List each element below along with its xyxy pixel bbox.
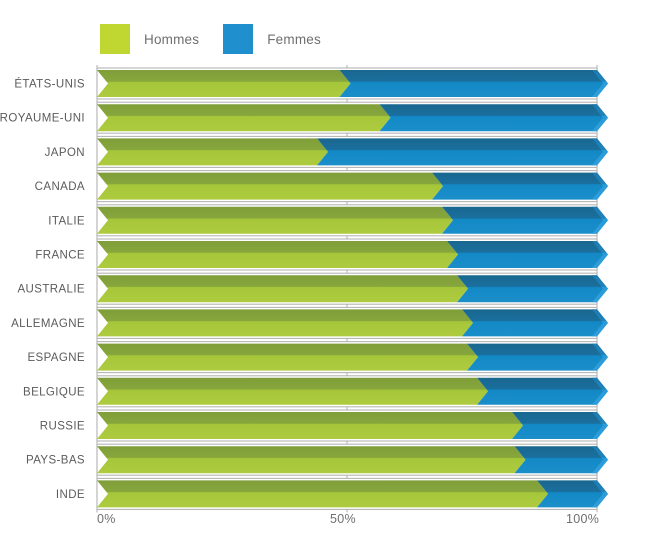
- chart-plot-area: ÉTATS-UNIS ROYAUME-UNI JAPON CANADA ITALIE FR…: [0, 64, 650, 514]
- legend-item-hommes: Hommes: [100, 24, 199, 54]
- bar-segment-hommes: [97, 241, 458, 268]
- bar-segment-femmes: [447, 241, 608, 268]
- chart-axis-labels: 0% 50% 100%: [0, 512, 650, 536]
- legend-label-femmes: Femmes: [267, 31, 321, 47]
- category-label: INDE: [56, 489, 85, 501]
- chart-legend: Hommes Femmes: [100, 24, 321, 54]
- bar-segment-femmes: [467, 343, 608, 371]
- bar-segment-femmes: [457, 275, 608, 303]
- legend-swatch-hommes-icon: [100, 24, 130, 54]
- bar-segment-femmes: [379, 104, 608, 132]
- category-label: PAYS-BAS: [26, 455, 85, 467]
- category-label: ESPAGNE: [27, 352, 85, 364]
- bar-segment-femmes: [432, 172, 608, 200]
- axis-tick-0: 0%: [97, 512, 116, 526]
- bar-segment-femmes: [477, 377, 608, 405]
- bar-segment-hommes: [97, 172, 443, 200]
- bar-segment-femmes: [462, 309, 608, 337]
- bar-segment-hommes: [97, 343, 478, 371]
- bar-segment-femmes: [512, 412, 608, 439]
- legend-item-femmes: Femmes: [223, 24, 321, 54]
- bar-segment-hommes: [97, 138, 328, 166]
- bar-segment-hommes: [97, 309, 473, 337]
- bar-segment-hommes: [97, 104, 391, 132]
- category-label: AUSTRALIE: [17, 284, 85, 296]
- category-label: BELGIQUE: [23, 386, 85, 398]
- category-label: ÉTATS-UNIS: [14, 78, 85, 91]
- bar-segment-hommes: [97, 412, 523, 439]
- category-label: FRANCE: [35, 250, 85, 262]
- bar-segment-femmes: [339, 70, 608, 97]
- category-label: CANADA: [35, 181, 85, 193]
- axis-tick-100: 100%: [566, 512, 600, 526]
- bar-segment-hommes: [97, 275, 468, 303]
- bar-segment-hommes: [97, 70, 351, 97]
- bar-segment-femmes: [442, 206, 608, 234]
- category-label: ROYAUME-UNI: [0, 113, 85, 125]
- bar-segment-femmes: [514, 446, 608, 474]
- bar-segment-femmes: [317, 138, 608, 166]
- bar-segment-hommes: [97, 446, 526, 474]
- category-label: ITALIE: [48, 215, 85, 227]
- bar-segment-hommes: [97, 480, 548, 508]
- category-label: JAPON: [45, 147, 85, 159]
- bar-segment-hommes: [97, 377, 488, 405]
- legend-label-hommes: Hommes: [144, 31, 200, 47]
- chart-bars: [97, 70, 608, 508]
- chart-category-labels: ÉTATS-UNIS ROYAUME-UNI JAPON CANADA ITALIE FR…: [0, 78, 85, 501]
- category-label: RUSSIE: [40, 421, 85, 433]
- legend-swatch-femmes-icon: [223, 24, 254, 54]
- stacked-bar-chart: ÉTATS-UNIS ROYAUME-UNI JAPON CANADA ITALIE FR…: [0, 65, 608, 513]
- axis-tick-50: 50%: [330, 512, 356, 526]
- category-label: ALLEMAGNE: [11, 318, 85, 330]
- bar-segment-hommes: [97, 206, 453, 234]
